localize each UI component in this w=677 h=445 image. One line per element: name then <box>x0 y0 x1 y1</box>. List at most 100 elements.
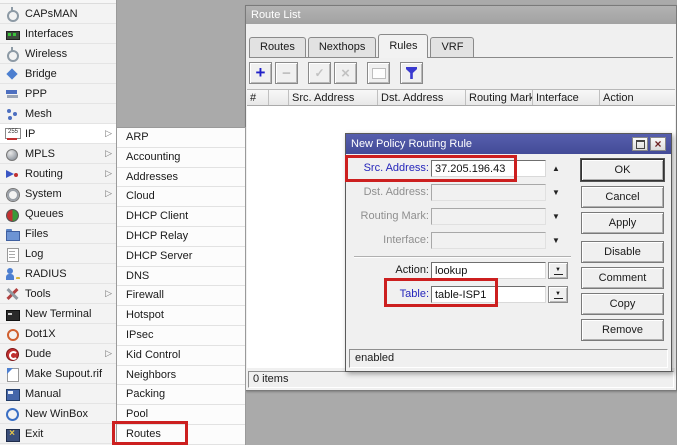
sidebar-item-mesh[interactable]: Mesh <box>0 104 116 124</box>
disable-button[interactable]: Disable <box>581 241 664 263</box>
close-icon[interactable] <box>650 137 666 151</box>
interfaces-icon <box>5 27 20 41</box>
sidebar-item-label: PPP <box>25 87 48 100</box>
sidebar-item-interfaces[interactable]: Interfaces <box>0 24 116 44</box>
files-icon <box>5 227 20 241</box>
src-address-label: Src. Address: <box>363 162 429 174</box>
sidebar-item-tools[interactable]: Tools <box>0 284 116 304</box>
table-input[interactable] <box>431 286 546 303</box>
comment-button[interactable]: Comment <box>581 267 664 289</box>
tab-nexthops[interactable]: Nexthops <box>307 37 377 57</box>
collapse-arrow-icon[interactable] <box>548 160 564 177</box>
dst-address-input[interactable] <box>431 184 546 201</box>
sidebar-item-label: Dude <box>25 347 52 360</box>
column-header-src-address[interactable]: Src. Address <box>289 90 378 105</box>
radius-icon <box>5 267 19 281</box>
submenu-item-hotspot[interactable]: Hotspot <box>117 306 245 326</box>
submenu-item-pool[interactable]: Pool <box>117 405 245 425</box>
window-title: Route List <box>251 9 301 21</box>
sidebar-item-label: Tools <box>25 287 51 300</box>
column-header-action[interactable]: Action <box>600 90 675 105</box>
dude-icon <box>5 347 19 361</box>
sidebar-item-label: New WinBox <box>25 407 88 420</box>
submenu-item-dns[interactable]: DNS <box>117 266 245 287</box>
submenu-item-neighbors[interactable]: Neighbors <box>117 365 245 386</box>
expand-arrow-icon[interactable] <box>548 184 564 201</box>
column-header-number[interactable]: # <box>247 90 269 105</box>
sidebar-item-label: MPLS <box>25 147 55 160</box>
table-dropdown-icon[interactable] <box>548 286 568 303</box>
column-header-routing-mark[interactable]: Routing Mark <box>466 90 533 105</box>
column-header-flags[interactable] <box>269 90 289 105</box>
sidebar-item-make-supout[interactable]: Make Supout.rif <box>0 364 116 384</box>
tab-routes[interactable]: Routes <box>249 37 306 57</box>
interface-input[interactable] <box>431 232 546 249</box>
ip-icon <box>5 127 21 141</box>
add-icon[interactable] <box>249 62 272 84</box>
mesh-icon <box>5 107 19 121</box>
sidebar-item-exit[interactable]: Exit <box>0 424 116 444</box>
sidebar-item-dude[interactable]: Dude <box>0 344 116 364</box>
sidebar-item-radius[interactable]: RADIUS <box>0 264 116 284</box>
src-address-input[interactable] <box>431 160 546 177</box>
new-policy-routing-rule-dialog: New Policy Routing Rule Src. Address: Ds… <box>345 133 672 372</box>
sidebar-item-log[interactable]: Log <box>0 244 116 264</box>
sidebar-item-files[interactable]: Files <box>0 224 116 244</box>
submenu-item-addresses[interactable]: Addresses <box>117 167 245 188</box>
submenu-item-dhcp-server[interactable]: DHCP Server <box>117 246 245 267</box>
sidebar-item-capsman[interactable]: CAPsMAN <box>0 4 116 24</box>
filter-icon[interactable] <box>400 62 423 84</box>
submenu-item-arp[interactable]: ARP <box>117 128 245 148</box>
route-list-titlebar[interactable]: Route List <box>246 6 676 24</box>
apply-button[interactable]: Apply <box>581 212 664 234</box>
action-dropdown-icon[interactable] <box>548 262 568 279</box>
sidebar-item-mpls[interactable]: MPLS <box>0 144 116 164</box>
ip-submenu: ARP Accounting Addresses Cloud DHCP Clie… <box>117 127 246 445</box>
ok-button[interactable]: OK <box>581 159 664 181</box>
column-header-interface[interactable]: Interface <box>533 90 600 105</box>
rules-table-header: # Src. Address Dst. Address Routing Mark… <box>247 89 675 106</box>
sidebar-item-dot1x[interactable]: Dot1X <box>0 324 116 344</box>
cancel-button[interactable]: Cancel <box>581 186 664 208</box>
bridge-icon <box>5 67 19 81</box>
tab-rules[interactable]: Rules <box>378 34 429 58</box>
submenu-item-accounting[interactable]: Accounting <box>117 147 245 168</box>
sidebar-item-ip[interactable]: IP <box>0 124 116 144</box>
sidebar-item-system[interactable]: System <box>0 184 116 204</box>
sidebar-item-new-terminal[interactable]: New Terminal <box>0 304 116 324</box>
expand-arrow-icon[interactable] <box>548 232 564 249</box>
capsman-icon <box>5 6 19 22</box>
copy-button[interactable]: Copy <box>581 293 664 315</box>
action-input[interactable] <box>431 262 546 279</box>
dialog-statusbar: enabled <box>349 349 668 368</box>
sidebar-item-label: Interfaces <box>25 27 74 40</box>
maximize-icon[interactable] <box>632 137 648 151</box>
submenu-item-packing[interactable]: Packing <box>117 385 245 406</box>
sidebar-item-manual[interactable]: Manual <box>0 384 116 404</box>
submenu-item-routes[interactable]: Routes <box>117 424 245 445</box>
column-header-dst-address[interactable]: Dst. Address <box>378 90 466 105</box>
sidebar-item-routing[interactable]: Routing <box>0 164 116 184</box>
dialog-title: New Policy Routing Rule <box>351 138 473 150</box>
submenu-item-dhcp-client[interactable]: DHCP Client <box>117 207 245 227</box>
submenu-item-kid-control[interactable]: Kid Control <box>117 345 245 366</box>
submenu-item-dhcp-relay[interactable]: DHCP Relay <box>117 226 245 247</box>
sidebar-item-new-winbox[interactable]: New WinBox <box>0 404 116 424</box>
route-list-tabbar: Routes Nexthops Rules VRF <box>249 33 673 58</box>
winbox-icon <box>5 407 19 421</box>
tab-vrf[interactable]: VRF <box>430 37 475 57</box>
submenu-item-ipsec[interactable]: IPsec <box>117 325 245 346</box>
dialog-titlebar[interactable]: New Policy Routing Rule <box>346 134 671 154</box>
sidebar-item-bridge[interactable]: Bridge <box>0 64 116 84</box>
sidebar-item-ppp[interactable]: PPP <box>0 84 116 104</box>
sidebar-item-label: Wireless <box>25 47 68 60</box>
routing-mark-input[interactable] <box>431 208 546 225</box>
expand-arrow-icon[interactable] <box>548 208 564 225</box>
sidebar-item-wireless[interactable]: Wireless <box>0 44 116 64</box>
sidebar-item-queues[interactable]: Queues <box>0 204 116 224</box>
submenu-item-cloud[interactable]: Cloud <box>117 187 245 208</box>
remove-button[interactable]: Remove <box>581 319 664 341</box>
submenu-item-firewall[interactable]: Firewall <box>117 286 245 307</box>
route-list-toolbar <box>249 61 426 85</box>
table-label: Table: <box>399 288 429 300</box>
